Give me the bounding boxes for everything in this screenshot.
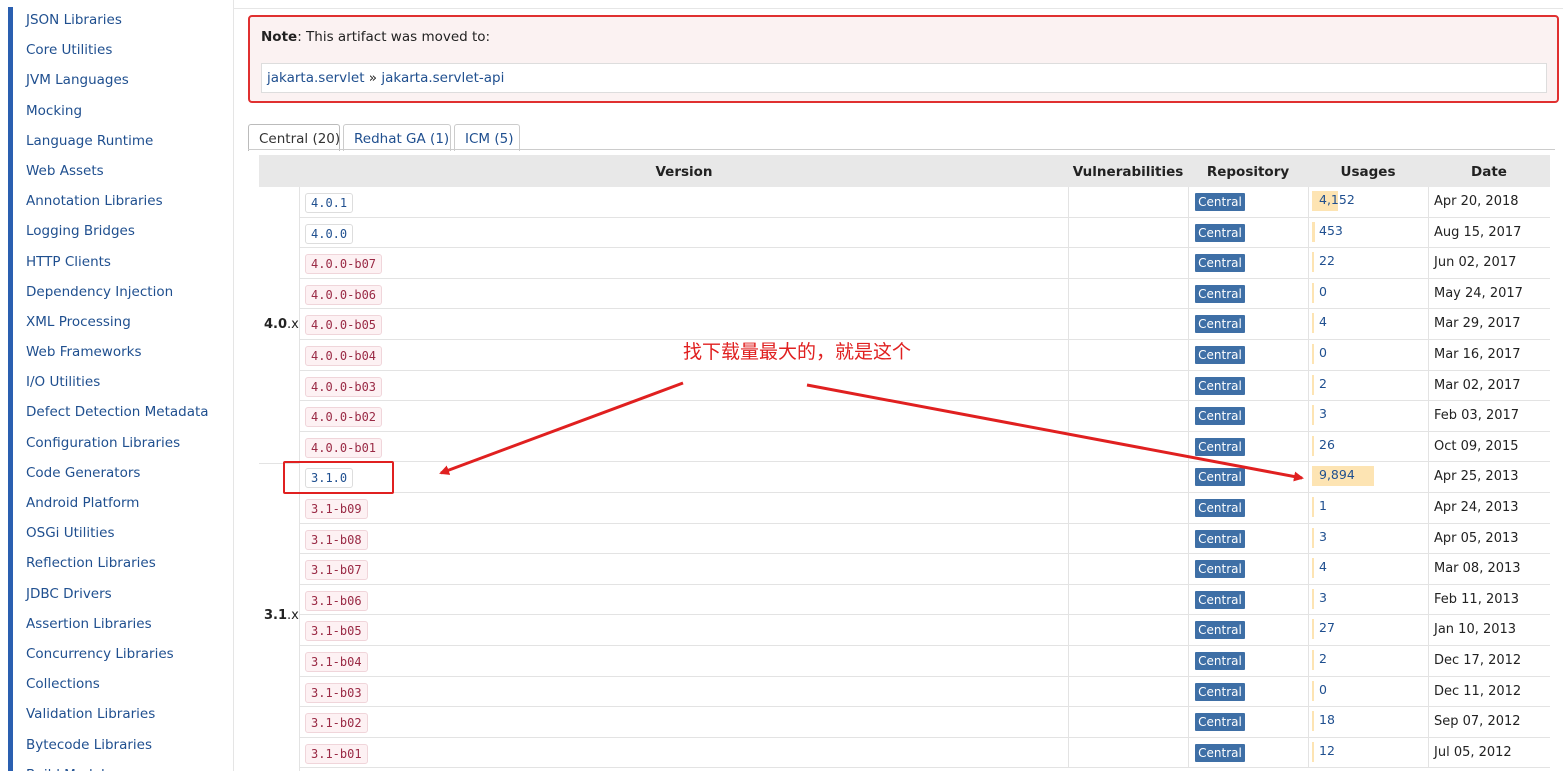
arrow-to-usages	[806, 383, 1304, 482]
arrow-to-version	[439, 381, 684, 475]
annotation-arrows	[439, 381, 1304, 482]
